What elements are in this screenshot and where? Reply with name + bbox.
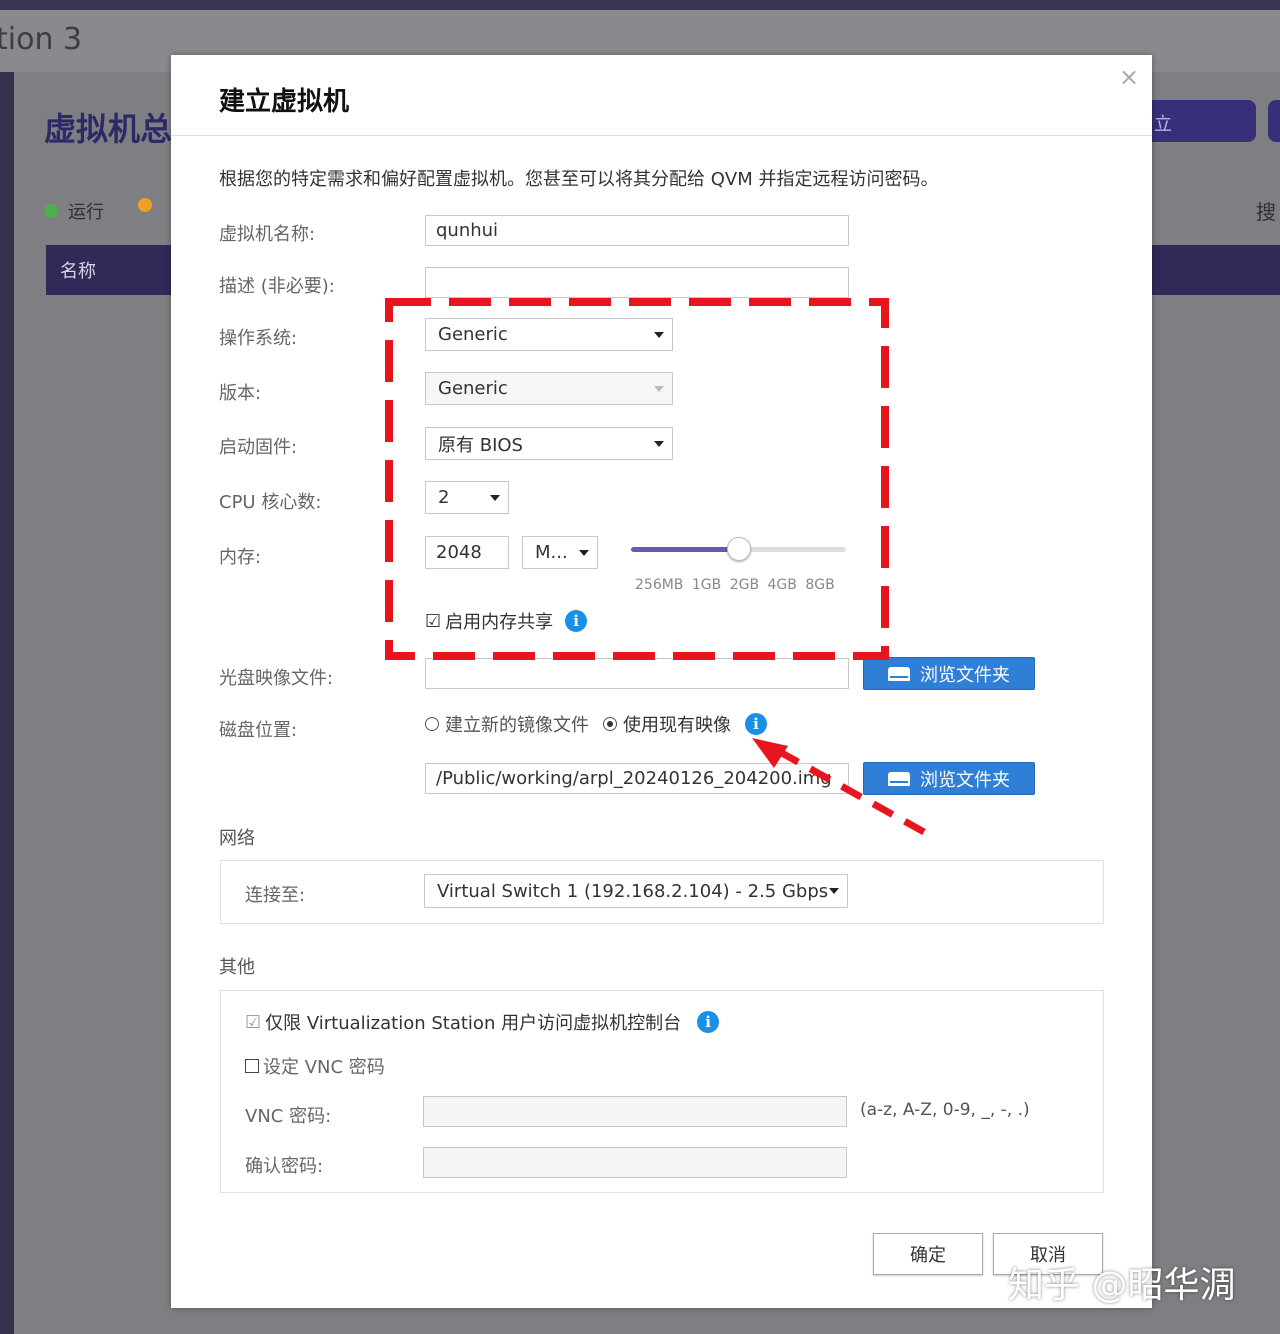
cpu-select-value: 2	[438, 487, 450, 508]
restrict-console-checkbox[interactable]: ☑ 仅限 Virtualization Station 用户访问虚拟机控制台 i	[245, 1009, 720, 1035]
checkbox-unchecked-icon	[245, 1059, 259, 1073]
create-vm-button-label: 立	[1154, 114, 1172, 135]
memory-slider[interactable]	[631, 537, 846, 561]
chevron-down-icon	[654, 440, 664, 447]
browse-iso-label: 浏览文件夹	[920, 664, 1010, 686]
cpu-label: CPU 核心数:	[219, 492, 322, 513]
create-vm-dialog: 建立虚拟机 × 根据您的特定需求和偏好配置虚拟机。您甚至可以将其分配给 QVM …	[171, 55, 1152, 1308]
browse-disk-button[interactable]: 浏览文件夹	[863, 762, 1035, 795]
chevron-down-icon	[654, 385, 664, 392]
set-vnc-checkbox[interactable]: 设定 VNC 密码	[245, 1053, 385, 1079]
version-select-value: Generic	[438, 378, 508, 399]
checkbox-checked-icon: ☑	[425, 610, 442, 632]
connect-to-label: 连接至:	[245, 885, 306, 906]
chevron-down-icon	[579, 549, 589, 556]
network-panel: 连接至: Virtual Switch 1 (192.168.2.104) - …	[220, 860, 1104, 924]
table-header-name: 名称	[60, 261, 96, 282]
cpu-select[interactable]: 2	[425, 481, 509, 514]
radio-existing-image[interactable]	[603, 717, 617, 731]
info-icon[interactable]: i	[745, 713, 767, 735]
description-input[interactable]	[425, 267, 849, 298]
virtual-switch-value: Virtual Switch 1 (192.168.2.104) - 2.5 G…	[437, 880, 829, 902]
vnc-password-label: VNC 密码:	[245, 1106, 332, 1127]
tick-label: 4GB	[767, 577, 797, 593]
drive-icon	[888, 666, 910, 681]
vm-name-input[interactable]: qunhui	[425, 215, 849, 246]
firmware-select[interactable]: 原有 BIOS	[425, 427, 673, 460]
os-select[interactable]: Generic	[425, 318, 673, 351]
drive-icon	[888, 771, 910, 786]
network-section-title: 网络	[219, 828, 255, 849]
tick-label: 256MB	[635, 577, 684, 593]
browse-iso-button[interactable]: 浏览文件夹	[863, 657, 1035, 690]
browse-disk-label: 浏览文件夹	[920, 769, 1010, 791]
other-panel: ☑ 仅限 Virtualization Station 用户访问虚拟机控制台 i…	[220, 990, 1104, 1193]
os-select-value: Generic	[438, 324, 508, 345]
memory-share-label: 启用内存共享	[445, 612, 554, 633]
vnc-password-hint: (a-z, A-Z, 0-9, _, -, .)	[860, 1100, 1030, 1120]
radio-new-image[interactable]	[425, 717, 439, 731]
version-select[interactable]: Generic	[425, 372, 673, 405]
restrict-console-label: 仅限 Virtualization Station 用户访问虚拟机控制台	[265, 1013, 682, 1034]
iso-input[interactable]	[425, 658, 849, 689]
search-label[interactable]: 搜	[1256, 196, 1276, 225]
disk-location-label: 磁盘位置:	[219, 720, 298, 741]
memory-slider-ticks: 256MB 1GB 2GB 4GB 8GB	[635, 577, 835, 593]
running-dot-icon	[44, 204, 58, 218]
memory-unit-value: M...	[535, 542, 568, 563]
confirm-password-input[interactable]	[423, 1147, 847, 1178]
set-vnc-label: 设定 VNC 密码	[263, 1057, 385, 1078]
tick-label: 8GB	[805, 577, 835, 593]
app-title: tion 3	[0, 22, 83, 57]
confirm-password-label: 确认密码:	[245, 1156, 324, 1177]
virtual-switch-select[interactable]: Virtual Switch 1 (192.168.2.104) - 2.5 G…	[424, 874, 848, 908]
version-label: 版本:	[219, 383, 262, 404]
other-section-title: 其他	[219, 957, 255, 978]
os-label: 操作系统:	[219, 328, 298, 349]
top-bar	[0, 0, 1280, 10]
tick-label: 1GB	[691, 577, 722, 593]
status-running-label: 运行	[68, 202, 104, 223]
memory-slider-fill	[631, 547, 739, 552]
ok-button[interactable]: 确定	[873, 1233, 983, 1275]
iso-label: 光盘映像文件:	[219, 668, 334, 689]
tick-label: 2GB	[729, 577, 760, 593]
disk-location-options: 建立新的镜像文件 使用现有映像 i	[425, 711, 767, 737]
radio-existing-image-label: 使用现有映像	[623, 715, 731, 736]
page-title: 虚拟机总	[44, 110, 173, 148]
firmware-label: 启动固件:	[219, 437, 298, 458]
checkbox-checked-icon: ☑	[245, 1011, 262, 1033]
vm-name-label: 虚拟机名称:	[219, 224, 316, 245]
description-label: 描述 (非必要):	[219, 276, 335, 297]
left-sidebar	[0, 72, 14, 1334]
vnc-password-input[interactable]	[423, 1096, 847, 1127]
memory-input[interactable]: 2048	[425, 536, 509, 569]
dialog-description: 根据您的特定需求和偏好配置虚拟机。您甚至可以将其分配给 QVM 并指定远程访问密…	[219, 169, 939, 190]
chevron-down-icon	[654, 331, 664, 338]
disk-path-input[interactable]: /Public/working/arpl_20240126_204200.img	[425, 763, 849, 794]
info-icon[interactable]: i	[697, 1011, 720, 1033]
memory-share-checkbox[interactable]: ☑ 启用内存共享 i	[425, 608, 588, 634]
chevron-down-icon	[829, 888, 839, 894]
status-running: 运行	[44, 198, 104, 224]
more-button[interactable]	[1268, 100, 1280, 142]
status-paused	[138, 198, 162, 212]
firmware-select-value: 原有 BIOS	[438, 434, 523, 456]
info-icon[interactable]: i	[565, 610, 588, 632]
memory-slider-handle[interactable]	[726, 537, 751, 561]
close-icon[interactable]: ×	[1119, 63, 1139, 91]
radio-new-image-label: 建立新的镜像文件	[445, 715, 589, 736]
memory-unit-select[interactable]: M...	[522, 536, 598, 569]
memory-label: 内存:	[219, 547, 262, 568]
dialog-divider	[171, 135, 1152, 136]
paused-dot-icon	[138, 198, 152, 212]
watermark: 知乎 @昭华淍	[1008, 1265, 1236, 1306]
chevron-down-icon	[490, 494, 500, 501]
dialog-title: 建立虚拟机	[219, 87, 350, 117]
